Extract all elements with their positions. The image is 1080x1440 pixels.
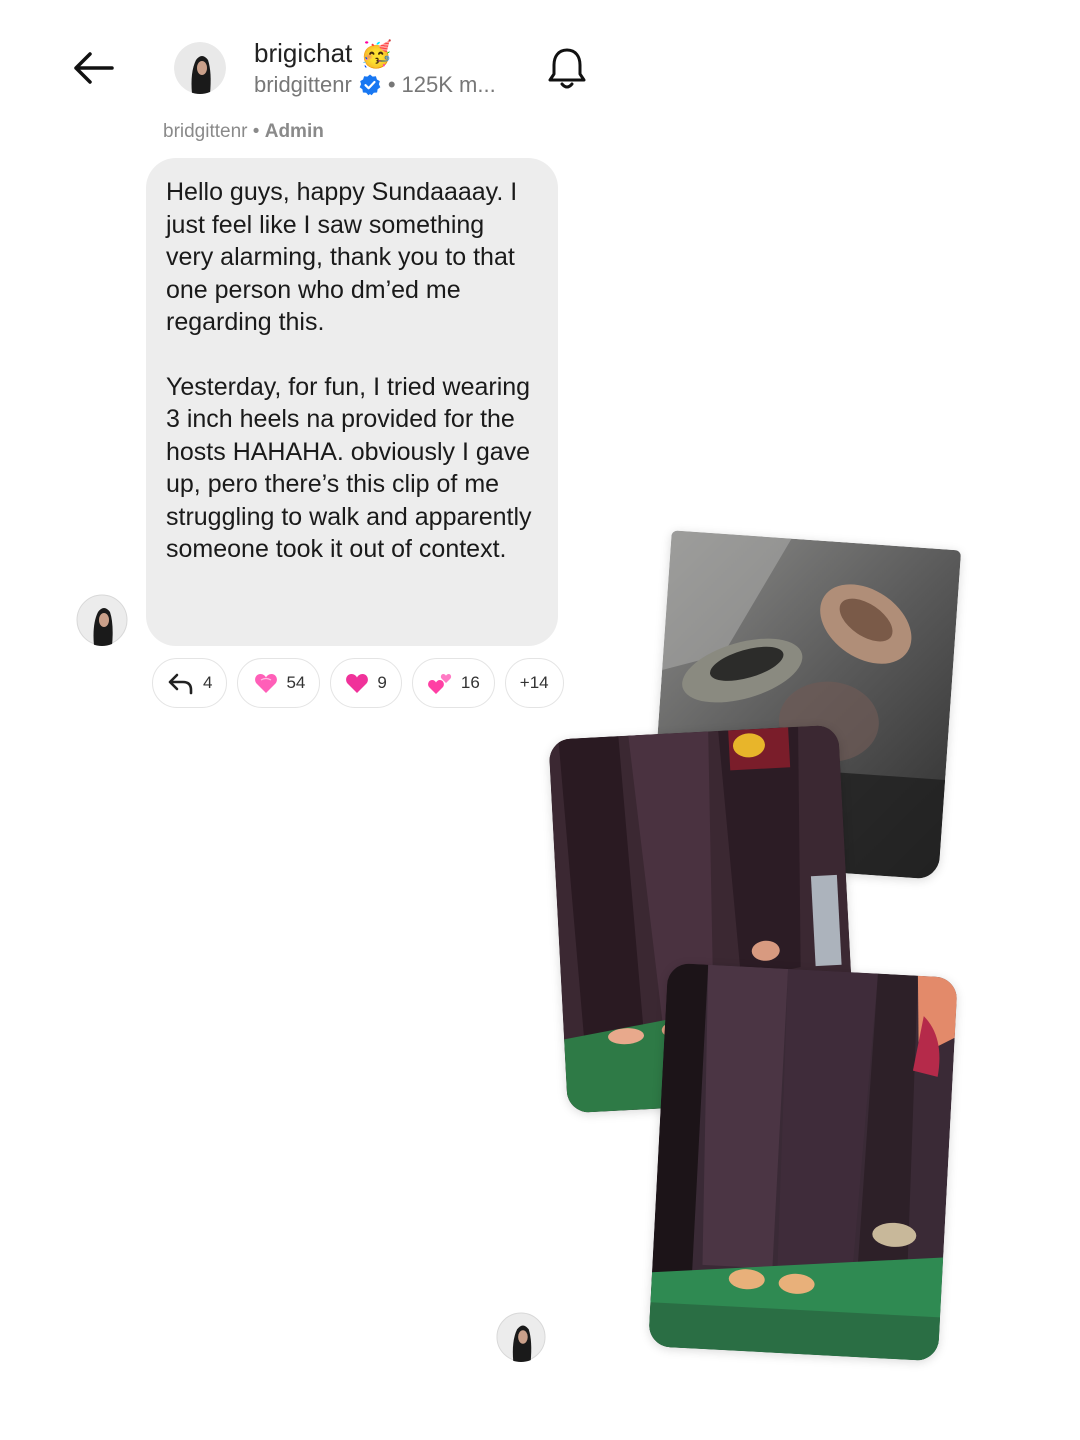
chat-title-text: brigichat — [254, 38, 353, 68]
reaction-count: 9 — [377, 673, 387, 692]
more-reactions-count: +14 — [519, 673, 549, 692]
back-arrow-icon[interactable] — [68, 44, 120, 92]
reaction-count: 54 — [286, 673, 306, 692]
message-paragraph: Yesterday, for fun, I tried wearing 3 in… — [166, 372, 532, 564]
party-face-icon: 🥳 — [360, 38, 393, 69]
sender-label: bridgittenr • Admin — [163, 121, 324, 143]
two-hearts-icon — [427, 674, 451, 694]
message-paragraph: Hello guys, happy Sundaaaay. I just feel… — [166, 178, 518, 336]
photo-heels-standing[interactable] — [648, 962, 958, 1362]
seen-by-avatar[interactable] — [496, 1312, 546, 1362]
pink-heart-icon — [255, 674, 278, 693]
separator-dot: • — [387, 72, 396, 97]
sender-avatar[interactable] — [76, 594, 128, 646]
bell-icon[interactable] — [542, 44, 592, 94]
chat-title: brigichat 🥳 — [254, 38, 393, 69]
separator-dot: • — [252, 121, 260, 142]
reaction-heart[interactable]: 9 — [330, 658, 402, 708]
reactions-bar: 4 54 9 16 +14 — [152, 658, 564, 708]
member-count: 125K m... — [401, 72, 496, 97]
reply-count-pill[interactable]: 4 — [152, 658, 228, 708]
reaction-count: 16 — [460, 673, 480, 692]
chat-avatar[interactable] — [174, 42, 226, 94]
reply-icon — [168, 673, 193, 695]
message-bubble[interactable]: Hello guys, happy Sundaaaay. I just feel… — [146, 158, 558, 646]
chat-subtitle[interactable]: bridgittenr • 125K m... — [254, 72, 496, 98]
photo-image — [648, 962, 958, 1362]
reply-count: 4 — [203, 673, 213, 692]
more-reactions-pill[interactable]: +14 — [504, 658, 564, 708]
sender-role: Admin — [264, 121, 324, 142]
heart-icon — [346, 674, 369, 693]
sender-name: bridgittenr — [163, 121, 248, 142]
handle-text: bridgittenr — [254, 72, 352, 97]
reaction-pink-heart[interactable]: 54 — [237, 658, 321, 708]
reaction-two-hearts[interactable]: 16 — [411, 658, 495, 708]
verified-icon — [359, 74, 381, 96]
